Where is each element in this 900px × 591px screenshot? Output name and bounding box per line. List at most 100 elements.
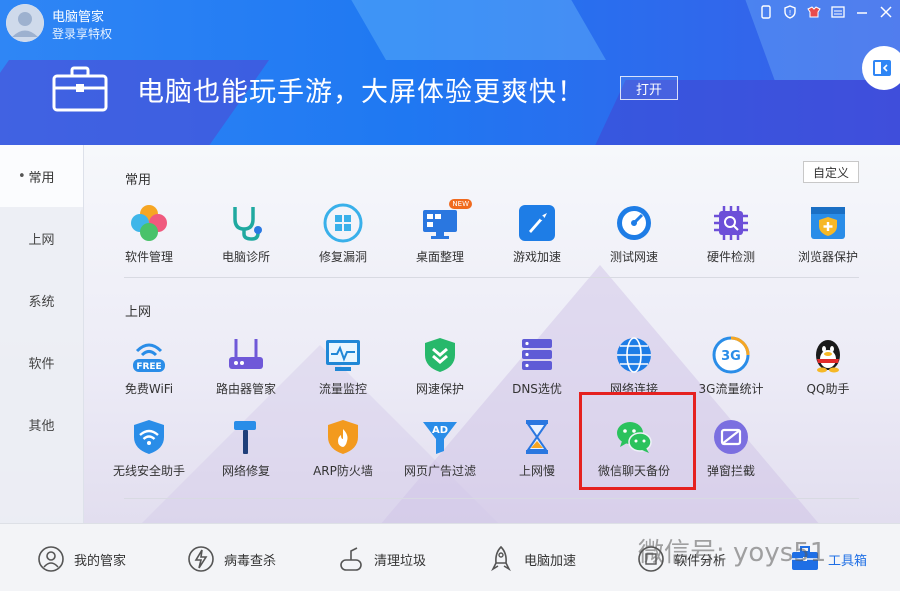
tool-speed-test[interactable]: 测试网速 bbox=[586, 203, 682, 271]
tool-network-repair[interactable]: 网络修复 bbox=[198, 417, 294, 485]
tool-label: 免费WiFi bbox=[124, 382, 174, 396]
wifi-shield-icon bbox=[129, 417, 169, 457]
chip-icon bbox=[711, 203, 751, 243]
tool-browser-protection[interactable]: 浏览器保护 bbox=[780, 203, 876, 271]
tool-dns-optimize[interactable]: DNS选优 bbox=[489, 335, 585, 403]
shield-chevron-icon bbox=[420, 335, 460, 375]
header-banner: 电脑管家 登录享特权 ! 电脑也能玩手游，大屏体验更爽快！ 打开 bbox=[0, 0, 900, 145]
tool-ad-filter[interactable]: AD 网页广告过滤 bbox=[392, 417, 488, 485]
tool-label: 浏览器保护 bbox=[797, 250, 858, 264]
router-icon bbox=[226, 335, 266, 375]
3g-icon: 3G bbox=[711, 335, 751, 375]
sidebar-item-other[interactable]: 其他 bbox=[0, 393, 83, 455]
butler-icon bbox=[36, 544, 66, 574]
tool-label: 桌面整理 bbox=[415, 250, 464, 264]
avatar[interactable] bbox=[6, 4, 44, 42]
section-title-common: 常用 bbox=[125, 173, 152, 188]
watermark: 微信号: yoys51 bbox=[638, 538, 827, 568]
tool-label: 修复漏洞 bbox=[318, 250, 367, 264]
sidebar-item-common[interactable]: 常用 bbox=[0, 145, 83, 207]
tool-label: 网络修复 bbox=[221, 464, 270, 478]
nav-my-butler[interactable]: 我的管家 bbox=[36, 544, 126, 574]
login-link[interactable]: 登录享特权 bbox=[52, 25, 112, 42]
monitor-icon bbox=[323, 335, 363, 375]
open-button[interactable]: 打开 bbox=[620, 76, 678, 100]
sidebar-item-software[interactable]: 软件 bbox=[0, 331, 83, 393]
skin-icon[interactable] bbox=[806, 4, 822, 20]
tool-hardware-check[interactable]: 硬件检测 bbox=[683, 203, 779, 271]
tool-label: DNS选优 bbox=[512, 382, 562, 396]
tool-label: ARP防火墙 bbox=[313, 464, 373, 478]
tool-wireless-security[interactable]: 无线安全助手 bbox=[101, 417, 197, 485]
sidebar-item-internet[interactable]: 上网 bbox=[0, 207, 83, 269]
side-panel-toggle[interactable] bbox=[862, 46, 900, 90]
panel-icon bbox=[873, 60, 891, 76]
tool-software-manager[interactable]: 软件管理 bbox=[101, 203, 197, 271]
nav-label: 我的管家 bbox=[74, 553, 127, 569]
nav-virus-scan[interactable]: 病毒查杀 bbox=[186, 544, 276, 574]
phone-icon[interactable] bbox=[758, 4, 774, 20]
sidebar-item-system[interactable]: 系统 bbox=[0, 269, 83, 331]
customize-button[interactable]: 自定义 bbox=[803, 161, 859, 183]
category-sidebar: 常用 上网 系统 软件 其他 bbox=[0, 145, 84, 523]
shield-icon[interactable]: ! bbox=[782, 4, 798, 20]
sidebar-item-label: 系统 bbox=[28, 294, 55, 310]
sidebar-item-label: 上网 bbox=[28, 232, 55, 248]
nav-label: 清理垃圾 bbox=[374, 553, 427, 569]
tool-pc-clinic[interactable]: 电脑诊所 bbox=[198, 203, 294, 271]
tool-label: 流量监控 bbox=[318, 382, 367, 396]
tool-label: 游戏加速 bbox=[512, 250, 561, 264]
highlight-box bbox=[579, 392, 696, 490]
tool-label: 弹窗拦截 bbox=[706, 464, 755, 478]
nav-pc-speedup[interactable]: 电脑加速 bbox=[486, 544, 576, 574]
qq-penguin-icon bbox=[808, 335, 848, 375]
minimize-icon[interactable] bbox=[854, 4, 870, 20]
shield-plus-icon bbox=[808, 203, 848, 243]
desktop-icon: NEW bbox=[420, 199, 472, 243]
tool-qq-assistant[interactable]: QQ助手 bbox=[780, 335, 876, 403]
tool-label: 网速保护 bbox=[415, 382, 464, 396]
divider bbox=[124, 277, 859, 278]
lightning-icon bbox=[186, 544, 216, 574]
tool-arp-firewall[interactable]: ARP防火墙 bbox=[295, 417, 391, 485]
nav-label: 工具箱 bbox=[828, 553, 868, 569]
tool-traffic-monitor[interactable]: 流量监控 bbox=[295, 335, 391, 403]
close-icon[interactable] bbox=[878, 4, 894, 20]
stethoscope-icon bbox=[226, 203, 266, 243]
tool-label: 硬件检测 bbox=[706, 250, 755, 264]
banner-headline: 电脑也能玩手游，大屏体验更爽快！ bbox=[137, 77, 585, 108]
new-badge: NEW bbox=[449, 199, 472, 209]
tool-fix-vulnerabilities[interactable]: 修复漏洞 bbox=[295, 203, 391, 271]
tool-label: 路由器管家 bbox=[215, 382, 276, 396]
sidebar-item-label: 常用 bbox=[28, 170, 55, 186]
tool-label: 无线安全助手 bbox=[112, 464, 185, 478]
menu-icon[interactable] bbox=[830, 4, 846, 20]
fire-shield-icon bbox=[323, 417, 363, 457]
tool-free-wifi[interactable]: FREE 免费WiFi bbox=[101, 335, 197, 403]
svg-text:!: ! bbox=[789, 9, 792, 17]
ad-text: AD bbox=[432, 425, 448, 436]
sidebar-item-label: 其他 bbox=[28, 418, 55, 434]
tool-label: 网页广告过滤 bbox=[403, 464, 476, 478]
tool-router-manager[interactable]: 路由器管家 bbox=[198, 335, 294, 403]
hammer-icon bbox=[226, 417, 266, 457]
popup-block-icon bbox=[711, 417, 751, 457]
tool-label: 上网慢 bbox=[518, 464, 555, 478]
tool-game-boost[interactable]: 游戏加速 bbox=[489, 203, 585, 271]
nav-label: 病毒查杀 bbox=[224, 553, 277, 569]
tools-panel: 常用 上网 系统 软件 其他 常用 自定义 上网 软件管理 电脑诊所 bbox=[0, 145, 900, 523]
tool-speed-protection[interactable]: 网速保护 bbox=[392, 335, 488, 403]
tool-popup-blocker[interactable]: 弹窗拦截 bbox=[683, 417, 779, 485]
nav-clean-junk[interactable]: 清理垃圾 bbox=[336, 544, 426, 574]
nav-label: 电脑加速 bbox=[524, 553, 577, 569]
tool-3g-traffic[interactable]: 3G 3G流量统计 bbox=[683, 335, 779, 403]
tool-desktop-organizer[interactable]: NEW 桌面整理 bbox=[392, 199, 488, 271]
rocket-game-icon bbox=[517, 203, 557, 243]
free-wifi-icon: FREE bbox=[129, 335, 169, 375]
3g-text: 3G bbox=[721, 349, 741, 364]
server-icon bbox=[517, 335, 557, 375]
rocket-icon bbox=[486, 544, 516, 574]
tool-slow-internet[interactable]: 上网慢 bbox=[489, 417, 585, 485]
tool-label: 3G流量统计 bbox=[698, 382, 764, 396]
divider bbox=[124, 498, 859, 499]
